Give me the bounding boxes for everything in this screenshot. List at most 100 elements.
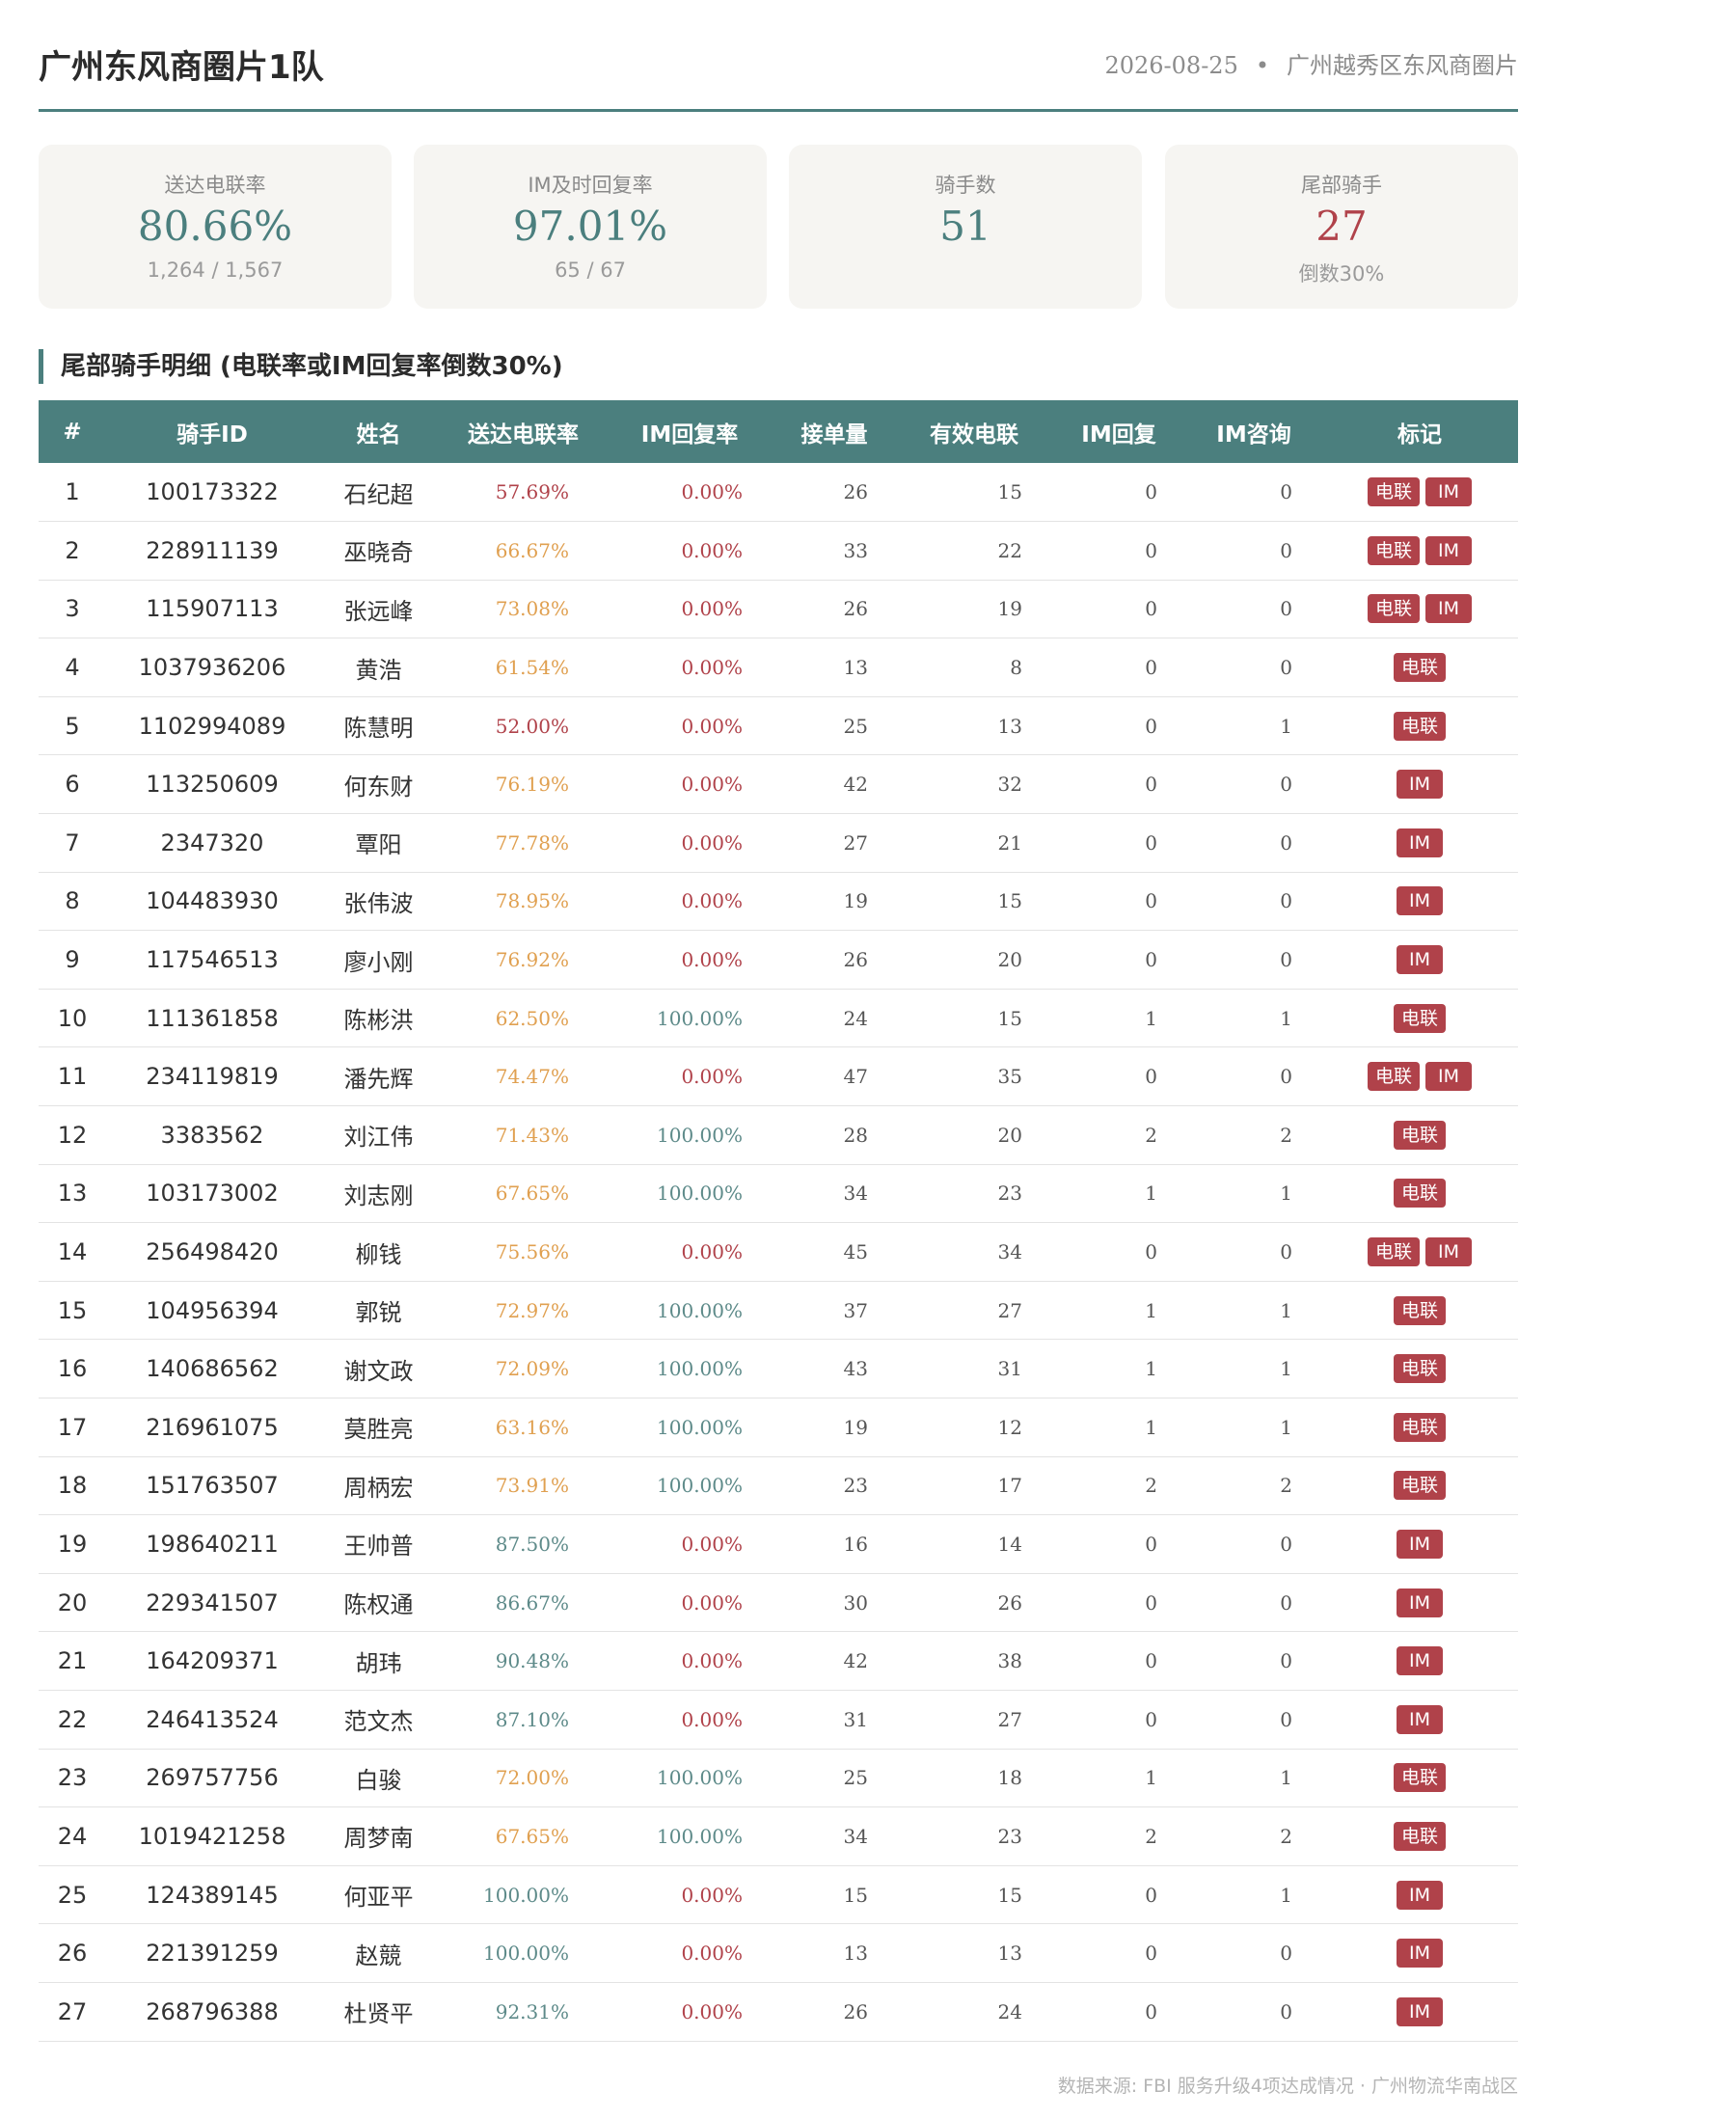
cell-im-rate: 0.00% bbox=[681, 538, 743, 562]
table-row[interactable]: 24 1019421258 周梦南 67.65% 100.00% 34 23 2… bbox=[39, 1807, 1518, 1866]
cell-rider-id: 117546513 bbox=[146, 946, 279, 974]
cell-tags: 电联IM bbox=[1321, 1807, 1518, 1866]
cell-name: 王帅普 bbox=[343, 1533, 414, 1561]
tag-im-badge: IM bbox=[1425, 1062, 1472, 1092]
col-header-rider-id[interactable]: 骑手ID bbox=[106, 400, 318, 463]
cell-rider-id: 151763507 bbox=[146, 1472, 279, 1500]
cell-rider-id: 198640211 bbox=[146, 1530, 279, 1558]
col-header-tags[interactable]: 标记 bbox=[1321, 400, 1518, 463]
table-row[interactable]: 16 140686562 谢文政 72.09% 100.00% 43 31 1 … bbox=[39, 1340, 1518, 1398]
table-row[interactable]: 3 115907113 张远峰 73.08% 0.00% 26 19 0 0 电… bbox=[39, 580, 1518, 638]
cell-name: 杜贤平 bbox=[343, 2000, 414, 2028]
col-header-call-rate[interactable]: 送达电联率 bbox=[439, 400, 608, 463]
cell-rider-id: 1037936206 bbox=[138, 654, 286, 682]
table-row[interactable]: 23 269757756 白骏 72.00% 100.00% 25 18 1 1… bbox=[39, 1749, 1518, 1807]
table-row[interactable]: 5 1102994089 陈慧明 52.00% 0.00% 25 13 0 1 … bbox=[39, 696, 1518, 755]
col-header-im-reply[interactable]: IM回复 bbox=[1051, 400, 1186, 463]
cell-orders: 34 bbox=[843, 1824, 868, 1848]
table-row[interactable]: 26 221391259 赵競 100.00% 0.00% 13 13 0 0 … bbox=[39, 1924, 1518, 1983]
cell-index: 9 bbox=[65, 946, 80, 974]
cell-im-rate: 0.00% bbox=[681, 1999, 743, 2023]
cell-orders: 30 bbox=[843, 1590, 868, 1615]
cell-index: 12 bbox=[57, 1121, 88, 1149]
col-header-orders[interactable]: 接单量 bbox=[772, 400, 897, 463]
cell-valid-calls: 26 bbox=[997, 1590, 1022, 1615]
table-row[interactable]: 17 216961075 莫胜亮 63.16% 100.00% 19 12 1 … bbox=[39, 1398, 1518, 1457]
cell-tags: 电联IM bbox=[1321, 931, 1518, 990]
tag-call-badge: 电联 bbox=[1393, 1354, 1446, 1384]
cell-orders: 15 bbox=[843, 1883, 868, 1907]
kpi-value: 80.66% bbox=[137, 203, 293, 250]
table-row[interactable]: 19 198640211 王帅普 87.50% 0.00% 16 14 0 0 … bbox=[39, 1515, 1518, 1574]
cell-call-rate: 92.31% bbox=[495, 1999, 569, 2023]
cell-rider-id: 140686562 bbox=[146, 1355, 279, 1383]
cell-call-rate: 78.95% bbox=[495, 889, 569, 913]
col-header-name[interactable]: 姓名 bbox=[318, 400, 439, 463]
cell-call-rate: 66.67% bbox=[495, 538, 569, 562]
table-row[interactable]: 11 234119819 潘先辉 74.47% 0.00% 47 35 0 0 … bbox=[39, 1047, 1518, 1106]
cell-orders: 19 bbox=[843, 1415, 868, 1439]
table-row[interactable]: 20 229341507 陈权通 86.67% 0.00% 30 26 0 0 … bbox=[39, 1573, 1518, 1632]
cell-index: 13 bbox=[57, 1180, 88, 1208]
tag-call-badge: 电联 bbox=[1367, 1237, 1420, 1267]
cell-im-reply: 0 bbox=[1145, 538, 1157, 562]
cell-im-rate: 0.00% bbox=[681, 656, 743, 680]
tag-call-badge: 电联 bbox=[1393, 711, 1446, 741]
cell-im-reply: 0 bbox=[1145, 480, 1157, 504]
col-header-im-rate[interactable]: IM回复率 bbox=[608, 400, 772, 463]
table-row[interactable]: 8 104483930 张伟波 78.95% 0.00% 19 15 0 0 电… bbox=[39, 872, 1518, 931]
cell-im-consult: 0 bbox=[1280, 773, 1292, 797]
cell-name: 张伟波 bbox=[343, 889, 414, 917]
cell-index: 14 bbox=[57, 1238, 88, 1266]
cell-tags: 电联IM bbox=[1321, 1749, 1518, 1807]
table-row[interactable]: 12 3383562 刘江伟 71.43% 100.00% 28 20 2 2 … bbox=[39, 1106, 1518, 1165]
tag-im-badge: IM bbox=[1397, 1529, 1443, 1559]
table-row[interactable]: 10 111361858 陈彬洪 62.50% 100.00% 24 15 1 … bbox=[39, 989, 1518, 1047]
cell-name: 何亚平 bbox=[343, 1884, 414, 1912]
table-row[interactable]: 22 246413524 范文杰 87.10% 0.00% 31 27 0 0 … bbox=[39, 1690, 1518, 1750]
table-row[interactable]: 6 113250609 何东财 76.19% 0.00% 42 32 0 0 电… bbox=[39, 755, 1518, 814]
cell-rider-id: 164209371 bbox=[146, 1647, 279, 1675]
cell-valid-calls: 13 bbox=[997, 1942, 1022, 1966]
table-row[interactable]: 1 100173322 石纪超 57.69% 0.00% 26 15 0 0 电… bbox=[39, 463, 1518, 522]
table-row[interactable]: 27 268796388 杜贤平 92.31% 0.00% 26 24 0 0 … bbox=[39, 1982, 1518, 2042]
cell-orders: 42 bbox=[843, 773, 868, 797]
table-row[interactable]: 13 103173002 刘志刚 67.65% 100.00% 34 23 1 … bbox=[39, 1164, 1518, 1223]
cell-name: 刘志刚 bbox=[343, 1181, 414, 1209]
cell-valid-calls: 15 bbox=[997, 1006, 1022, 1030]
cell-orders: 24 bbox=[843, 1006, 868, 1030]
tag-call-badge: 电联 bbox=[1367, 535, 1420, 565]
table-row[interactable]: 4 1037936206 黄浩 61.54% 0.00% 13 8 0 0 电联… bbox=[39, 638, 1518, 697]
col-header-valid-calls[interactable]: 有效电联 bbox=[897, 400, 1051, 463]
cell-im-consult: 0 bbox=[1280, 948, 1292, 972]
table-row[interactable]: 2 228911139 巫晓奇 66.67% 0.00% 33 22 0 0 电… bbox=[39, 522, 1518, 581]
cell-orders: 16 bbox=[843, 1532, 868, 1556]
section-title: 尾部骑手明细 (电联率或IM回复率倒数30%) bbox=[39, 349, 563, 384]
table-row[interactable]: 9 117546513 廖小刚 76.92% 0.00% 26 20 0 0 电… bbox=[39, 931, 1518, 990]
table-row[interactable]: 18 151763507 周柄宏 73.91% 100.00% 23 17 2 … bbox=[39, 1456, 1518, 1515]
cell-valid-calls: 24 bbox=[997, 1999, 1022, 2023]
cell-tags: 电联IM bbox=[1321, 1340, 1518, 1398]
tag-call-badge: 电联 bbox=[1367, 477, 1420, 507]
kpi-sub: 1,264 / 1,567 bbox=[147, 258, 284, 282]
cell-im-rate: 0.00% bbox=[681, 597, 743, 621]
table-row[interactable]: 7 2347320 覃阳 77.78% 0.00% 27 21 0 0 电联IM bbox=[39, 814, 1518, 873]
table-row[interactable]: 14 256498420 柳钱 75.56% 0.00% 45 34 0 0 电… bbox=[39, 1223, 1518, 1282]
col-header-index[interactable]: # bbox=[39, 400, 106, 463]
cell-im-consult: 0 bbox=[1280, 597, 1292, 621]
cell-call-rate: 73.91% bbox=[495, 1474, 569, 1498]
cell-orders: 13 bbox=[843, 1942, 868, 1966]
data-source-footer: 数据来源: FBI 服务升级4项达成情况 · 广州物流华南战区 bbox=[1057, 2076, 1518, 2097]
col-header-im-consult[interactable]: IM咨询 bbox=[1186, 400, 1321, 463]
cell-im-consult: 2 bbox=[1280, 1824, 1292, 1848]
cell-im-reply: 0 bbox=[1145, 1942, 1157, 1966]
table-row[interactable]: 25 124389145 何亚平 100.00% 0.00% 15 15 0 1… bbox=[39, 1865, 1518, 1924]
table-row[interactable]: 15 104956394 郭锐 72.97% 100.00% 37 27 1 1… bbox=[39, 1281, 1518, 1340]
cell-im-rate: 0.00% bbox=[681, 889, 743, 913]
cell-index: 18 bbox=[57, 1472, 88, 1500]
cell-valid-calls: 21 bbox=[997, 830, 1022, 855]
cell-rider-id: 111361858 bbox=[146, 1004, 279, 1032]
table-row[interactable]: 21 164209371 胡玮 90.48% 0.00% 42 38 0 0 电… bbox=[39, 1632, 1518, 1691]
cell-call-rate: 52.00% bbox=[495, 714, 569, 738]
cell-im-consult: 1 bbox=[1280, 1883, 1292, 1907]
